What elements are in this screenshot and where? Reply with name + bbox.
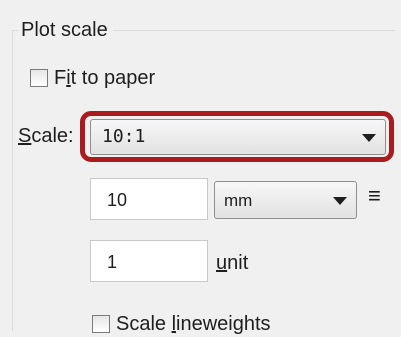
plot-scale-panel: Plot scale Fit to paper Scale: 10:1 10 m… bbox=[0, 0, 401, 337]
scale-dropdown[interactable]: 10:1 bbox=[90, 119, 386, 155]
drawing-units-input[interactable]: 1 bbox=[90, 240, 208, 282]
drawing-units-value: 1 bbox=[107, 252, 118, 272]
chevron-down-icon bbox=[362, 134, 376, 142]
scale-lineweights-option[interactable]: Scale lineweights bbox=[92, 312, 271, 336]
unit-label: unit bbox=[216, 252, 249, 274]
equals-icon: ≡ bbox=[368, 183, 381, 208]
paper-units-input[interactable]: 10 bbox=[90, 178, 208, 220]
fit-to-paper-option[interactable]: Fit to paper bbox=[30, 66, 155, 90]
fit-to-paper-checkbox[interactable] bbox=[30, 69, 48, 87]
chevron-down-icon bbox=[333, 197, 347, 205]
units-dropdown-value: mm bbox=[224, 191, 253, 210]
scale-label: Scale: bbox=[18, 125, 74, 147]
scale-lineweights-checkbox[interactable] bbox=[92, 315, 110, 333]
fit-to-paper-label: Fit to paper bbox=[54, 67, 156, 89]
plot-scale-group-title: Plot scale bbox=[18, 18, 113, 42]
scale-lineweights-label: Scale lineweights bbox=[116, 313, 271, 335]
scale-dropdown-value: 10:1 bbox=[102, 126, 146, 147]
paper-units-value: 10 bbox=[107, 190, 128, 210]
units-dropdown[interactable]: mm bbox=[214, 181, 357, 219]
